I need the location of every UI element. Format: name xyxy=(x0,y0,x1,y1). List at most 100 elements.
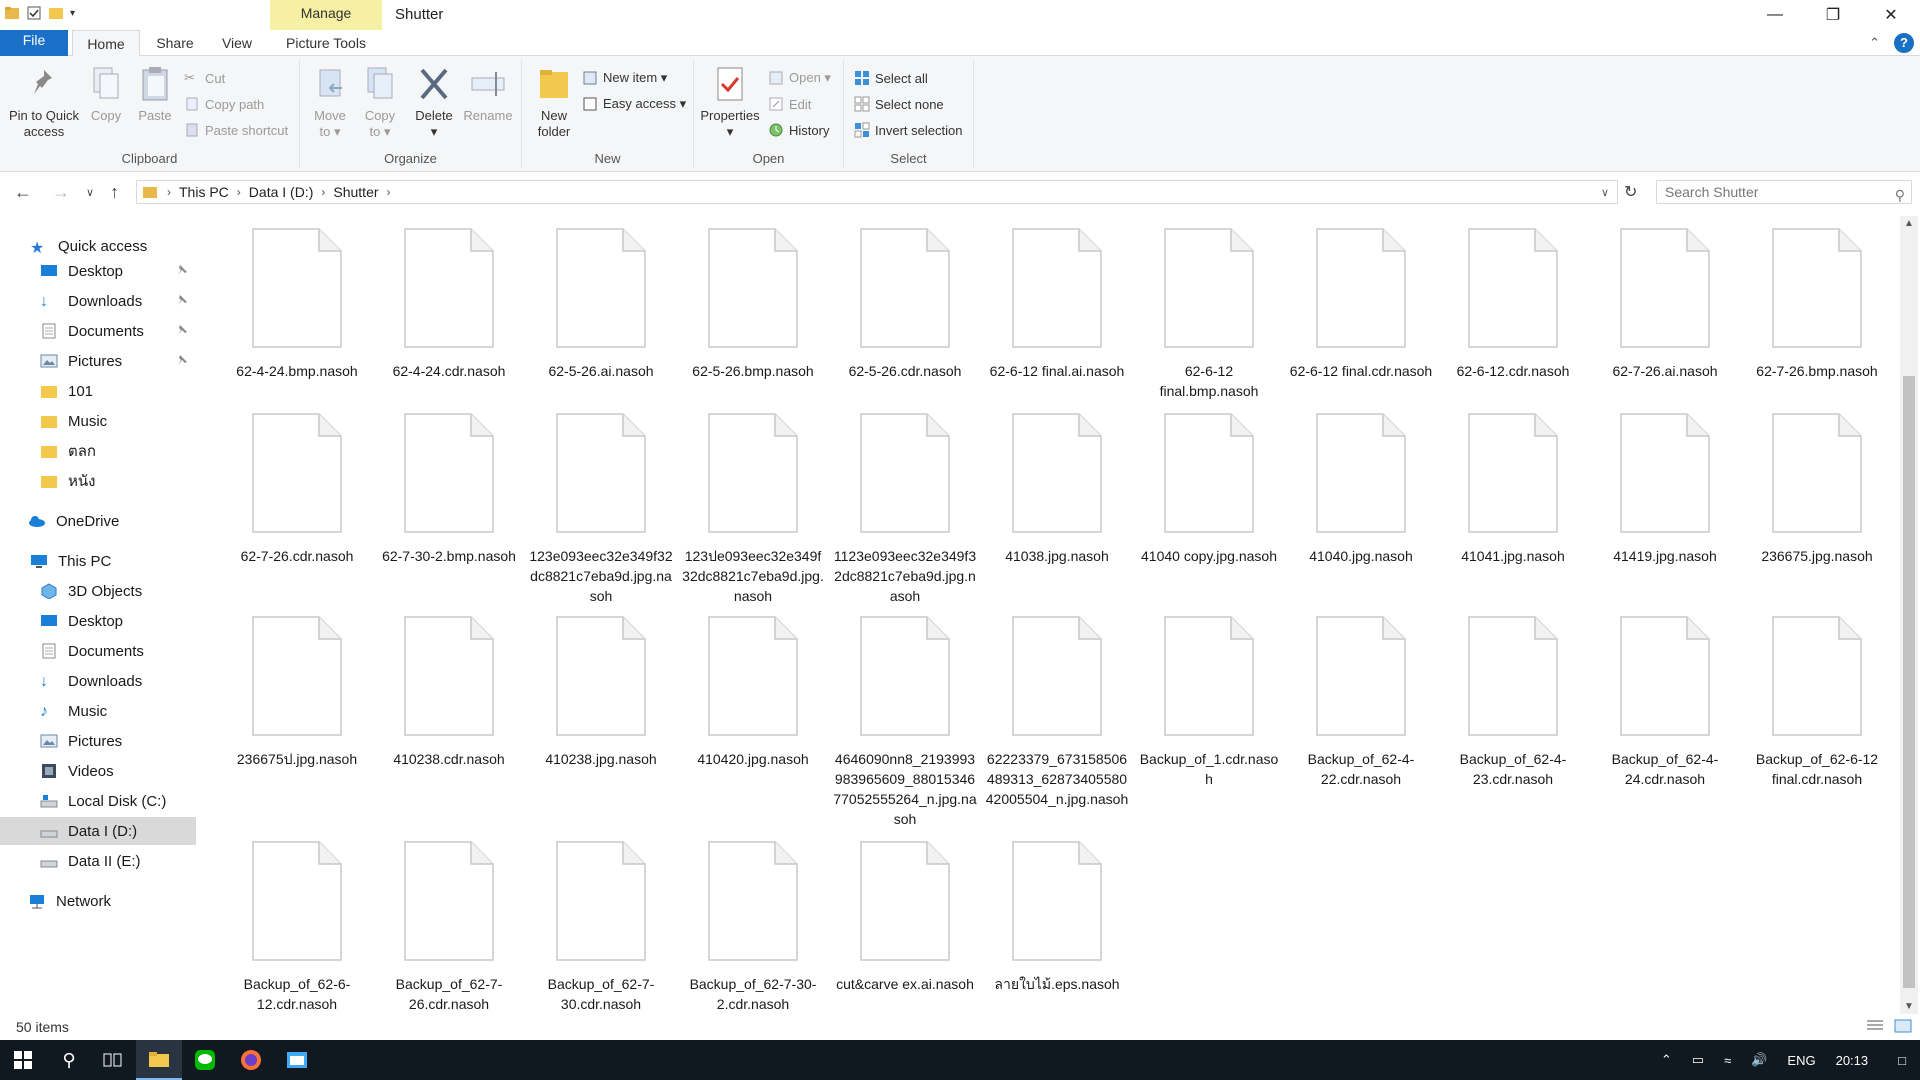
new-folder-icon[interactable] xyxy=(48,4,64,22)
file-item[interactable]: 41038.jpg.nasoh xyxy=(981,413,1133,566)
file-item[interactable]: 62-6-12 final.ai.nasoh xyxy=(981,228,1133,381)
paste-shortcut-button[interactable]: Paste shortcut xyxy=(184,122,288,138)
nav-quick-downloads[interactable]: ↓ Downloads xyxy=(0,287,196,315)
select-none-button[interactable]: Select none xyxy=(854,96,944,112)
nav-network[interactable]: Network xyxy=(0,887,196,915)
file-item[interactable]: 62-5-26.cdr.nasoh xyxy=(829,228,981,381)
nav-quick-access[interactable]: ★ Quick access xyxy=(0,232,196,260)
customize-toolbar-icon[interactable]: ▾ xyxy=(70,8,75,19)
nav-3d-objects[interactable]: 3D Objects xyxy=(0,577,196,605)
nav-data-e[interactable]: Data II (E:) xyxy=(0,847,196,875)
file-item[interactable]: cut&carve ex.ai.nasoh xyxy=(829,841,981,994)
address-dropdown-icon[interactable]: ∨ xyxy=(1601,186,1609,199)
nav-pictures[interactable]: Pictures xyxy=(0,727,196,755)
nav-onedrive[interactable]: OneDrive xyxy=(0,507,196,535)
file-item[interactable]: 410238.cdr.nasoh xyxy=(373,616,525,769)
line-app-taskbar-button[interactable] xyxy=(182,1040,228,1080)
file-item[interactable]: 410238.jpg.nasoh xyxy=(525,616,677,769)
nav-downloads[interactable]: ↓ Downloads xyxy=(0,667,196,695)
pin-icon[interactable] xyxy=(176,264,188,276)
folder-icon[interactable] xyxy=(4,4,20,22)
nav-this-pc[interactable]: This PC xyxy=(0,547,196,575)
file-item[interactable]: 62-7-26.bmp.nasoh xyxy=(1741,228,1893,381)
properties-icon[interactable] xyxy=(26,4,42,22)
file-item[interactable]: ลายใบไม้.eps.nasoh xyxy=(981,841,1133,994)
nav-videos[interactable]: Videos xyxy=(0,757,196,785)
file-item[interactable]: 62-5-26.bmp.nasoh xyxy=(677,228,829,381)
tab-picture-tools[interactable]: Picture Tools xyxy=(275,30,377,56)
search-icon[interactable]: ⚲ xyxy=(1895,184,1905,206)
copy-button[interactable]: Copy xyxy=(86,64,126,124)
up-arrow-icon[interactable]: ↑ xyxy=(110,182,119,203)
cut-button[interactable]: ✂ Cut xyxy=(184,70,225,86)
tab-share[interactable]: Share xyxy=(150,30,200,56)
language-indicator[interactable]: ENG xyxy=(1787,1053,1815,1068)
file-item[interactable]: 236675.jpg.nasoh xyxy=(1741,413,1893,566)
pin-to-quick-access-button[interactable]: Pin to Quick access xyxy=(6,64,82,140)
minimize-button[interactable]: — xyxy=(1746,0,1804,30)
move-to-button[interactable]: Move to ▾ xyxy=(308,64,352,140)
file-item[interactable]: 41041.jpg.nasoh xyxy=(1437,413,1589,566)
show-hidden-icons-icon[interactable]: ⌃ xyxy=(1661,1052,1672,1068)
nav-quick-pictures[interactable]: Pictures xyxy=(0,347,196,375)
file-item[interactable]: Backup_of_62-4-24.cdr.nasoh xyxy=(1589,616,1741,789)
file-item[interactable]: Backup_of_62-6-12 final.cdr.nasoh xyxy=(1741,616,1893,789)
restore-button[interactable]: ❐ xyxy=(1804,0,1862,30)
pin-icon[interactable] xyxy=(176,294,188,306)
nav-quick-folder-thai-2[interactable]: หนัง xyxy=(0,467,196,495)
edit-button[interactable]: Edit xyxy=(768,96,811,112)
clock[interactable]: 20:13 xyxy=(1836,1053,1869,1068)
chevron-right-icon[interactable]: › xyxy=(237,185,241,199)
paste-button[interactable]: Paste xyxy=(134,64,176,124)
file-item[interactable]: 62-6-12 final.bmp.nasoh xyxy=(1133,228,1285,401)
file-item[interactable]: 62-7-30-2.bmp.nasoh xyxy=(373,413,525,566)
vertical-scrollbar[interactable]: ▲ ▼ xyxy=(1900,216,1918,1014)
properties-button[interactable]: Properties ▾ xyxy=(698,64,762,140)
help-icon[interactable]: ? xyxy=(1894,33,1914,53)
scroll-up-icon[interactable]: ▲ xyxy=(1904,218,1914,229)
easy-access-button[interactable]: Easy access ▾ xyxy=(582,96,686,112)
start-button[interactable] xyxy=(0,1040,46,1080)
file-item[interactable]: 62-6-12.cdr.nasoh xyxy=(1437,228,1589,381)
new-folder-button[interactable]: New folder xyxy=(530,64,578,140)
history-button[interactable]: History xyxy=(768,122,829,138)
file-item[interactable]: 62-7-26.cdr.nasoh xyxy=(221,413,373,566)
app-window-taskbar-button[interactable] xyxy=(274,1040,320,1080)
file-item[interactable]: 62-5-26.ai.nasoh xyxy=(525,228,677,381)
back-arrow-icon[interactable]: ← xyxy=(14,182,32,203)
forward-arrow-icon[interactable]: → xyxy=(52,182,70,203)
notifications-icon[interactable]: □ xyxy=(1898,1053,1906,1068)
file-item[interactable]: Backup_of_62-4-22.cdr.nasoh xyxy=(1285,616,1437,789)
file-item[interactable]: Backup_of_62-4-23.cdr.nasoh xyxy=(1437,616,1589,789)
rename-button[interactable]: Rename xyxy=(462,64,514,124)
nav-quick-music[interactable]: Music xyxy=(0,407,196,435)
breadcrumb-shutter[interactable]: Shutter xyxy=(333,184,378,200)
recent-locations-icon[interactable]: ∨ xyxy=(86,186,94,199)
nav-desktop[interactable]: Desktop xyxy=(0,607,196,635)
file-item[interactable]: 41040 copy.jpg.nasoh xyxy=(1133,413,1285,566)
select-all-button[interactable]: Select all xyxy=(854,70,928,86)
nav-music[interactable]: ♪ Music xyxy=(0,697,196,725)
file-explorer-taskbar-button[interactable] xyxy=(136,1040,182,1080)
volume-icon[interactable]: 🔊 xyxy=(1751,1052,1767,1068)
delete-button[interactable]: Delete ▾ xyxy=(412,64,456,140)
close-button[interactable]: ✕ xyxy=(1862,0,1920,30)
battery-icon[interactable]: ▭ xyxy=(1692,1052,1704,1068)
scroll-down-icon[interactable]: ▼ xyxy=(1904,1001,1914,1012)
open-button[interactable]: Open ▾ xyxy=(768,70,831,86)
file-item[interactable]: 62223379_673158506489313_628734055804200… xyxy=(981,616,1133,809)
search-input[interactable]: Search Shutter ⚲ xyxy=(1656,180,1912,204)
file-item[interactable]: 62-4-24.cdr.nasoh xyxy=(373,228,525,381)
new-item-button[interactable]: New item ▾ xyxy=(582,70,667,86)
invert-selection-button[interactable]: Invert selection xyxy=(854,122,962,138)
file-item[interactable]: Backup_of_62-6-12.cdr.nasoh xyxy=(221,841,373,1014)
task-view-button[interactable] xyxy=(90,1040,136,1080)
refresh-icon[interactable]: ↻ xyxy=(1624,182,1637,202)
address-bar[interactable]: › This PC › Data I (D:) › Shutter › ∨ xyxy=(136,180,1618,204)
file-item[interactable]: 236675ป.jpg.nasoh xyxy=(221,616,373,769)
file-item[interactable]: 410420.jpg.nasoh xyxy=(677,616,829,769)
file-item[interactable]: 62-7-26.ai.nasoh xyxy=(1589,228,1741,381)
file-item[interactable]: Backup_of_62-7-26.cdr.nasoh xyxy=(373,841,525,1014)
file-item[interactable]: 62-6-12 final.cdr.nasoh xyxy=(1285,228,1437,381)
nav-quick-101[interactable]: 101 xyxy=(0,377,196,405)
